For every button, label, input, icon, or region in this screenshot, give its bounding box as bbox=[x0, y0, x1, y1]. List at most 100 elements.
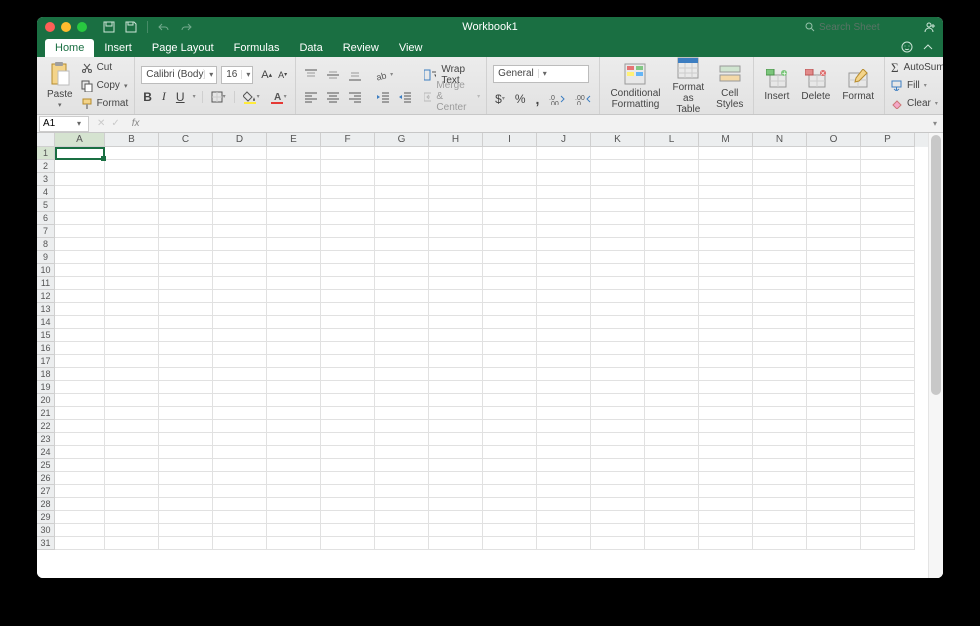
cell[interactable] bbox=[105, 368, 159, 381]
cell[interactable] bbox=[645, 290, 699, 303]
cell[interactable] bbox=[591, 342, 645, 355]
underline-button[interactable]: U bbox=[174, 89, 187, 105]
insert-cells-button[interactable]: + Insert bbox=[760, 67, 793, 104]
cell[interactable] bbox=[55, 446, 105, 459]
cell[interactable] bbox=[213, 511, 267, 524]
cell[interactable] bbox=[375, 160, 429, 173]
cell[interactable] bbox=[213, 160, 267, 173]
cell[interactable] bbox=[159, 433, 213, 446]
cell[interactable] bbox=[55, 277, 105, 290]
cell[interactable] bbox=[55, 173, 105, 186]
cell[interactable] bbox=[861, 186, 915, 199]
align-center-button[interactable] bbox=[324, 90, 342, 104]
column-header[interactable]: A bbox=[55, 133, 105, 147]
copy-button[interactable]: Copy ▾ bbox=[81, 78, 129, 94]
cell[interactable] bbox=[753, 199, 807, 212]
bold-button[interactable]: B bbox=[141, 89, 154, 105]
cell[interactable] bbox=[429, 459, 483, 472]
cell[interactable] bbox=[861, 381, 915, 394]
cell[interactable] bbox=[55, 251, 105, 264]
cell[interactable] bbox=[105, 303, 159, 316]
cell[interactable] bbox=[483, 329, 537, 342]
cell[interactable] bbox=[429, 186, 483, 199]
cell[interactable] bbox=[645, 342, 699, 355]
cell[interactable] bbox=[321, 446, 375, 459]
cell[interactable] bbox=[159, 446, 213, 459]
cell[interactable] bbox=[429, 303, 483, 316]
cell[interactable] bbox=[267, 446, 321, 459]
cell[interactable] bbox=[645, 251, 699, 264]
cell[interactable] bbox=[699, 381, 753, 394]
cell[interactable] bbox=[483, 199, 537, 212]
cell[interactable] bbox=[591, 147, 645, 160]
column-header[interactable]: L bbox=[645, 133, 699, 147]
cell[interactable] bbox=[753, 173, 807, 186]
cell[interactable] bbox=[321, 381, 375, 394]
cell[interactable] bbox=[105, 173, 159, 186]
cell[interactable] bbox=[105, 485, 159, 498]
cell[interactable] bbox=[861, 251, 915, 264]
cell[interactable] bbox=[645, 186, 699, 199]
cell[interactable] bbox=[321, 485, 375, 498]
clear-button[interactable]: Clear ▾ bbox=[891, 96, 943, 112]
italic-button[interactable]: I bbox=[160, 88, 168, 105]
cell[interactable] bbox=[105, 316, 159, 329]
delete-cells-button[interactable]: × Delete bbox=[797, 67, 834, 104]
cell[interactable] bbox=[213, 290, 267, 303]
fill-button[interactable]: Fill ▾ bbox=[891, 78, 943, 94]
cell[interactable] bbox=[429, 225, 483, 238]
cell[interactable] bbox=[55, 303, 105, 316]
cell[interactable] bbox=[321, 420, 375, 433]
cell[interactable] bbox=[213, 537, 267, 550]
cell[interactable] bbox=[591, 277, 645, 290]
cell[interactable] bbox=[321, 199, 375, 212]
cell[interactable] bbox=[699, 446, 753, 459]
cell[interactable] bbox=[55, 498, 105, 511]
fill-color-button[interactable]: ▾ bbox=[241, 89, 262, 105]
cell[interactable] bbox=[591, 407, 645, 420]
tab-insert[interactable]: Insert bbox=[94, 39, 142, 57]
undo-icon[interactable] bbox=[158, 21, 170, 33]
cell[interactable] bbox=[537, 381, 591, 394]
cell[interactable] bbox=[645, 277, 699, 290]
cell[interactable] bbox=[429, 277, 483, 290]
cell[interactable] bbox=[267, 199, 321, 212]
comma-button[interactable]: , bbox=[534, 90, 542, 108]
cell[interactable] bbox=[429, 472, 483, 485]
column-header[interactable]: E bbox=[267, 133, 321, 147]
cell[interactable] bbox=[861, 368, 915, 381]
tab-formulas[interactable]: Formulas bbox=[224, 39, 290, 57]
cell[interactable] bbox=[537, 173, 591, 186]
cell[interactable] bbox=[429, 329, 483, 342]
cell[interactable] bbox=[429, 160, 483, 173]
cell[interactable] bbox=[483, 264, 537, 277]
cell[interactable] bbox=[105, 394, 159, 407]
cell[interactable] bbox=[55, 381, 105, 394]
format-cells-button[interactable]: Format bbox=[838, 67, 878, 104]
cell[interactable] bbox=[807, 433, 861, 446]
cell[interactable] bbox=[55, 225, 105, 238]
font-color-button[interactable]: A▾ bbox=[268, 89, 289, 105]
cell[interactable] bbox=[483, 485, 537, 498]
cell[interactable] bbox=[159, 251, 213, 264]
row-header[interactable]: 3 bbox=[37, 173, 55, 186]
cell[interactable] bbox=[105, 472, 159, 485]
cell[interactable] bbox=[105, 251, 159, 264]
cell[interactable] bbox=[429, 199, 483, 212]
font-size-combo[interactable]: 16 ▾ bbox=[221, 66, 253, 84]
cell[interactable] bbox=[753, 420, 807, 433]
cell[interactable] bbox=[429, 511, 483, 524]
cell[interactable] bbox=[429, 264, 483, 277]
decrease-decimal-button[interactable]: .00.0 bbox=[573, 92, 593, 106]
cell[interactable] bbox=[699, 420, 753, 433]
cell[interactable] bbox=[321, 498, 375, 511]
cell[interactable] bbox=[375, 407, 429, 420]
cell[interactable] bbox=[645, 329, 699, 342]
cell[interactable] bbox=[55, 524, 105, 537]
cell[interactable] bbox=[807, 186, 861, 199]
cell[interactable] bbox=[861, 147, 915, 160]
cell[interactable] bbox=[699, 511, 753, 524]
cell[interactable] bbox=[375, 420, 429, 433]
cell[interactable] bbox=[591, 498, 645, 511]
cell[interactable] bbox=[429, 173, 483, 186]
